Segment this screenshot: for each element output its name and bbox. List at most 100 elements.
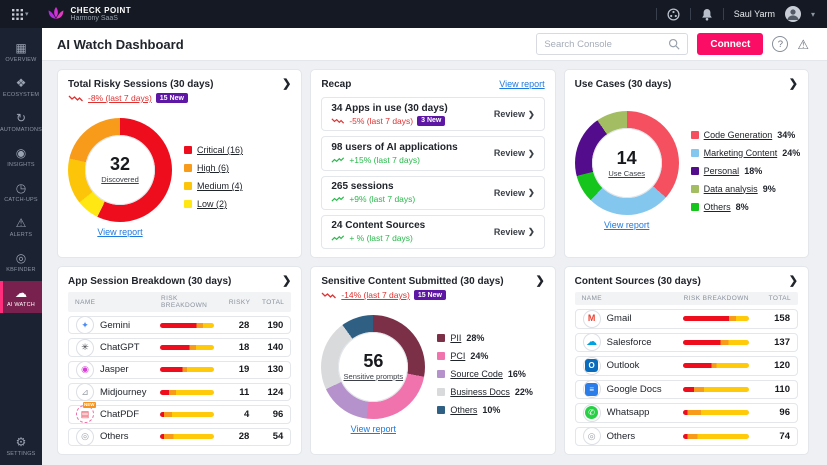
warning-triangle-icon[interactable]: ⚠ bbox=[797, 38, 809, 51]
sidebar-item-catch-ups[interactable]: ◷ CATCH-UPS bbox=[0, 176, 42, 208]
legend-link[interactable]: Low (2) bbox=[197, 199, 227, 209]
donut-legend: PII 28% PCI 24% Source Code 16% bbox=[437, 333, 533, 415]
legend-percent: 16% bbox=[508, 369, 526, 379]
legend-link[interactable]: Others bbox=[704, 202, 731, 212]
legend-swatch bbox=[437, 370, 445, 378]
risk-bar bbox=[683, 434, 749, 439]
legend-link[interactable]: PII bbox=[450, 333, 461, 343]
view-report-link[interactable]: View report bbox=[97, 227, 142, 237]
divider bbox=[690, 8, 691, 20]
total-count: 140 bbox=[249, 342, 283, 353]
donut-center-value: 14 bbox=[617, 149, 637, 168]
table-row-others[interactable]: ◎ Others 74 bbox=[575, 427, 798, 447]
sidebar-item-label: SETTINGS bbox=[6, 451, 35, 457]
legend-link[interactable]: Marketing Content bbox=[704, 148, 778, 158]
trend-link[interactable]: -14% (last 7 days) bbox=[341, 290, 410, 300]
legend-item: Others 8% bbox=[691, 202, 798, 212]
chevron-right-icon[interactable]: ❯ bbox=[789, 276, 798, 287]
sidebar-item-kbfinder[interactable]: ◎ KBFINDER bbox=[0, 246, 42, 278]
review-button[interactable]: Review❯ bbox=[494, 148, 535, 158]
page-header: AI Watch Dashboard Connect ? ⚠ bbox=[42, 28, 827, 61]
trend-link[interactable]: -8% (last 7 days) bbox=[88, 93, 152, 103]
table-row-salesforce[interactable]: ☁ Salesforce 137 bbox=[575, 333, 798, 353]
donut-center-label[interactable]: Discovered bbox=[101, 175, 139, 184]
divider bbox=[656, 8, 657, 20]
sidebar-item-insights[interactable]: ◉ INSIGHTS bbox=[0, 141, 42, 173]
legend-link[interactable]: Code Generation bbox=[704, 130, 773, 140]
user-name[interactable]: Saul Yarm bbox=[734, 9, 775, 19]
divider bbox=[723, 8, 724, 20]
review-button[interactable]: Review❯ bbox=[494, 109, 535, 119]
donut-center-label[interactable]: Sensitive prompts bbox=[344, 372, 404, 381]
legend-swatch bbox=[691, 131, 699, 139]
sidebar-item-ai-watch[interactable]: ☁ AI WATCH bbox=[0, 281, 42, 313]
waffle-dots bbox=[12, 9, 23, 20]
legend-percent: 9% bbox=[763, 184, 776, 194]
table-row-gmail[interactable]: M Gmail 158 bbox=[575, 309, 798, 329]
table-row-outlook[interactable]: O Outlook 120 bbox=[575, 356, 798, 376]
help-icon[interactable]: ? bbox=[772, 36, 788, 52]
table-row-chatgpt[interactable]: ✳ ChatGPT 18 140 bbox=[68, 338, 291, 356]
legend-link[interactable]: Personal bbox=[704, 166, 740, 176]
table-row-jasper[interactable]: ◉ Jasper 19 130 bbox=[68, 361, 291, 379]
google-docs-icon: ≡ bbox=[583, 380, 601, 398]
review-button[interactable]: Review❯ bbox=[494, 227, 535, 237]
risk-bar bbox=[683, 410, 749, 415]
risky-count: 18 bbox=[223, 342, 249, 353]
donut-center-label[interactable]: Use Cases bbox=[608, 169, 645, 178]
view-report-link[interactable]: View report bbox=[604, 220, 649, 230]
card-total-risky-sessions: Total Risky Sessions (30 days) ❯ -8% (la… bbox=[57, 69, 302, 258]
legend-link[interactable]: Data analysis bbox=[704, 184, 758, 194]
new-badge: 15 New bbox=[156, 93, 188, 103]
view-report-link[interactable]: View report bbox=[351, 424, 396, 434]
sidebar-item-automations[interactable]: ↻ AUTOMATIONS bbox=[0, 106, 42, 138]
chevron-right-icon[interactable]: ❯ bbox=[789, 79, 798, 90]
recap-item-apps: 34 Apps in use (30 days) -5% (last 7 day… bbox=[321, 97, 544, 131]
card-sensitive-content: Sensitive Content Submitted (30 days) ❯ … bbox=[310, 266, 555, 455]
legend-link[interactable]: Others bbox=[450, 405, 477, 415]
others-icon: ◎ bbox=[583, 427, 601, 445]
notifications-bell-icon[interactable] bbox=[701, 8, 713, 21]
donut-legend: Critical (16) High (6) Medium (4) L bbox=[184, 145, 243, 209]
legend-link[interactable]: Source Code bbox=[450, 369, 503, 379]
table-row-google-docs[interactable]: ≡ Google Docs 110 bbox=[575, 380, 798, 400]
user-avatar[interactable] bbox=[785, 6, 801, 22]
legend-item: Low (2) bbox=[184, 199, 243, 209]
connect-button[interactable]: Connect bbox=[697, 33, 763, 55]
search-input[interactable] bbox=[544, 39, 664, 50]
table-row-whatsapp[interactable]: ✆ Whatsapp 96 bbox=[575, 403, 798, 423]
chevron-right-icon[interactable]: ❯ bbox=[282, 276, 291, 287]
whatsapp-icon: ✆ bbox=[583, 404, 601, 422]
source-name: Whatsapp bbox=[607, 407, 683, 418]
legend-link[interactable]: Medium (4) bbox=[197, 181, 243, 191]
table-row-chatpdf[interactable]: ▤NEW ChatPDF 4 96 bbox=[68, 405, 291, 423]
chevron-right-icon[interactable]: ❯ bbox=[535, 276, 544, 287]
sidebar-item-ecosystem[interactable]: ❖ ECOSYSTEM bbox=[0, 71, 42, 103]
ai-watch-cloud-icon: ☁ bbox=[15, 287, 27, 300]
legend-link[interactable]: PCI bbox=[450, 351, 465, 361]
dashboard-grid: Total Risky Sessions (30 days) ❯ -8% (la… bbox=[42, 61, 827, 465]
legend-link[interactable]: Critical (16) bbox=[197, 145, 243, 155]
review-button[interactable]: Review❯ bbox=[494, 188, 535, 198]
legend-link[interactable]: Business Docs bbox=[450, 387, 510, 397]
sidebar-item-settings[interactable]: ⚙ SETTINGS bbox=[0, 430, 42, 462]
legend-link[interactable]: High (6) bbox=[197, 163, 229, 173]
sidebar-item-label: AI WATCH bbox=[7, 302, 35, 308]
source-name: Google Docs bbox=[607, 384, 683, 395]
donut-center-value: 32 bbox=[110, 155, 130, 174]
trend-up-icon bbox=[331, 195, 345, 203]
risk-bar bbox=[683, 316, 749, 321]
view-report-link[interactable]: View report bbox=[499, 79, 544, 89]
apps-grid-icon[interactable]: ▾ bbox=[12, 9, 29, 20]
chevron-right-icon[interactable]: ❯ bbox=[282, 79, 291, 90]
table-row-gemini[interactable]: ✦ Gemini 28 190 bbox=[68, 316, 291, 334]
sidebar-item-alerts[interactable]: ⚠ ALERTS bbox=[0, 211, 42, 243]
total-count: 120 bbox=[758, 360, 790, 371]
table-row-others[interactable]: ◎ Others 28 54 bbox=[68, 428, 291, 446]
sidebar-item-overview[interactable]: ▦ OVERVIEW bbox=[0, 36, 42, 68]
table-row-midjourney[interactable]: ⊿ Midjourney 11 124 bbox=[68, 383, 291, 401]
brand-name: CHECK POINT bbox=[71, 6, 132, 15]
search-box[interactable] bbox=[536, 33, 688, 55]
globe-icon[interactable] bbox=[667, 8, 680, 21]
chevron-down-icon[interactable]: ▾ bbox=[811, 10, 815, 19]
